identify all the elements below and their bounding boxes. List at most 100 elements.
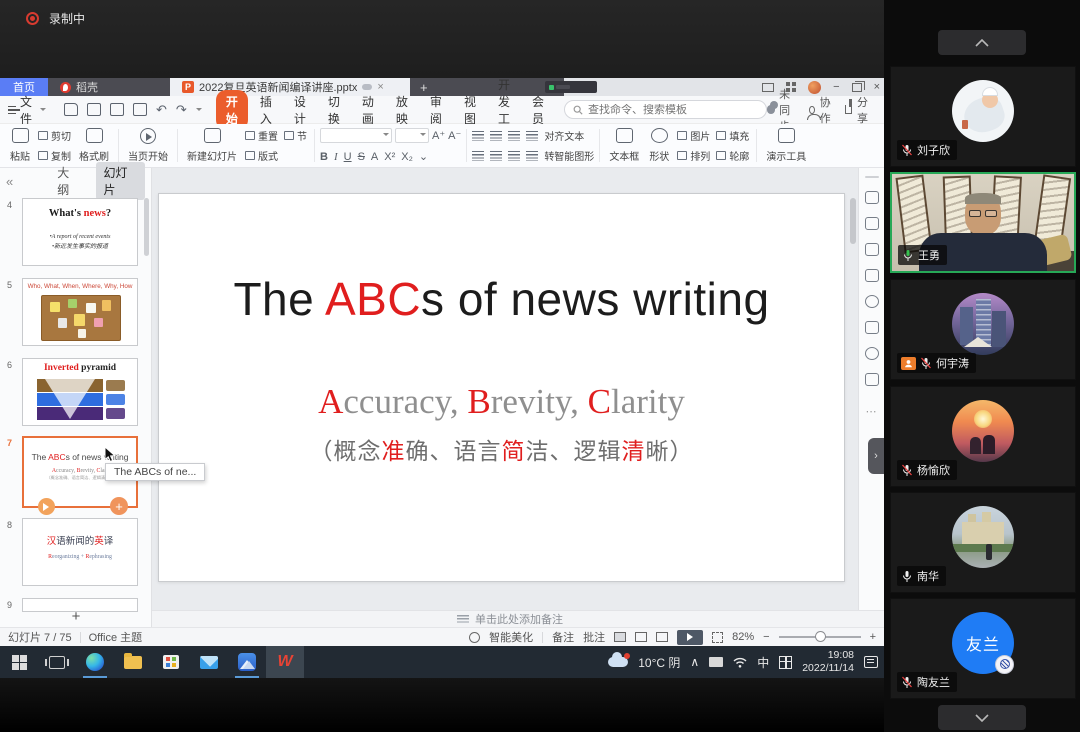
strikethrough-button[interactable]: S <box>358 151 365 163</box>
ai-helper-icon[interactable] <box>865 191 879 204</box>
presentation-tools-button[interactable]: 演示工具 <box>762 126 810 165</box>
save-icon[interactable] <box>64 103 78 116</box>
share-button[interactable]: 分享 <box>845 94 871 126</box>
close-window-button[interactable]: × <box>874 81 880 93</box>
smart-graphic-button[interactable]: 转智能图形 <box>544 148 594 163</box>
smart-beautify-button[interactable]: 智能美化 <box>489 629 533 645</box>
participant-tile-2-speaking[interactable]: 王勇 <box>890 172 1076 273</box>
print-preview-icon[interactable] <box>133 103 147 116</box>
weather-text[interactable]: 10°C 阴 <box>638 654 680 671</box>
grow-font-button[interactable]: A⁺ <box>432 129 445 142</box>
align-center-icon[interactable] <box>490 151 502 161</box>
file-menu[interactable]: 文件 <box>0 93 54 127</box>
bullet-list-icon[interactable] <box>472 131 484 141</box>
participant-tile-3[interactable]: 何宇涛 <box>890 279 1076 380</box>
font-size-select[interactable] <box>395 128 429 143</box>
command-search[interactable] <box>564 100 767 119</box>
font-color-button[interactable]: A <box>371 151 378 163</box>
layout-mode-icon[interactable] <box>762 83 774 92</box>
preview-play-button[interactable] <box>38 498 55 515</box>
wps-app-button[interactable]: W <box>266 646 304 678</box>
normal-view-icon[interactable] <box>614 632 626 642</box>
sorter-view-icon[interactable] <box>635 632 647 642</box>
outline-tab[interactable]: 大纲 <box>49 162 87 200</box>
collaborate-button[interactable]: 协作 <box>809 94 833 126</box>
store-button[interactable] <box>152 646 190 678</box>
reading-view-icon[interactable] <box>656 632 668 642</box>
layout-button[interactable]: 版式 <box>243 148 280 163</box>
align-text-button[interactable]: 对齐文本 <box>544 128 584 143</box>
notes-book-icon[interactable] <box>865 373 879 386</box>
meeting-app-button[interactable] <box>228 646 266 678</box>
superscript-button[interactable]: X² <box>384 151 395 163</box>
picture-button[interactable]: 图片 <box>675 128 712 143</box>
font-name-select[interactable] <box>320 128 392 143</box>
indent-increase-icon[interactable] <box>526 131 538 141</box>
mail-button[interactable] <box>190 646 228 678</box>
fit-to-window-icon[interactable] <box>712 632 723 643</box>
restore-button[interactable] <box>852 83 862 92</box>
ime-indicator[interactable]: 中 <box>757 654 769 671</box>
reset-button[interactable]: 重置 <box>243 128 280 143</box>
search-input[interactable] <box>588 104 758 116</box>
copy-button[interactable]: 复制 <box>36 148 73 163</box>
undo-icon[interactable]: ↶ <box>156 102 167 118</box>
highlight-button[interactable]: ⌄ <box>419 150 428 163</box>
add-slide-button[interactable]: + <box>0 608 152 625</box>
format-painter-button[interactable]: 格式刷 <box>75 126 113 165</box>
tray-expand-icon[interactable]: ∧ <box>690 655 699 669</box>
zoom-slider[interactable] <box>779 636 861 638</box>
shrink-font-button[interactable]: A⁻ <box>448 129 461 142</box>
new-slide-button[interactable]: 新建幻灯片 <box>183 126 241 165</box>
customize-chevron-icon[interactable] <box>196 108 202 114</box>
strip-more-icon[interactable]: ⋯ <box>866 405 878 418</box>
fill-button[interactable]: 填充 <box>714 128 751 143</box>
strip-handle[interactable] <box>865 176 879 178</box>
participant-tile-6[interactable]: 友兰 陶友兰 <box>890 598 1076 699</box>
taskbar-clock[interactable]: 19:08 2022/11/14 <box>802 649 854 675</box>
slide-canvas[interactable]: The ABCs of news writing Accuracy, Brevi… <box>152 168 858 610</box>
zoom-slider-knob[interactable] <box>815 631 826 642</box>
panel-scrollbar[interactable] <box>144 198 149 256</box>
duplicate-icon[interactable] <box>865 269 879 282</box>
start-button[interactable] <box>0 646 38 678</box>
participant-tile-1[interactable]: 刘子欣 <box>890 66 1076 167</box>
redo-icon[interactable]: ↷ <box>176 102 187 118</box>
justify-icon[interactable] <box>526 151 538 161</box>
properties-icon[interactable] <box>865 217 879 230</box>
action-center-icon[interactable] <box>864 656 878 668</box>
arrange-button[interactable]: 排列 <box>675 148 712 163</box>
align-right-icon[interactable] <box>508 151 520 161</box>
indent-decrease-icon[interactable] <box>508 131 520 141</box>
underline-button[interactable]: U <box>344 151 352 163</box>
participant-tile-4[interactable]: 杨愉欣 <box>890 386 1076 487</box>
minimize-button[interactable]: − <box>833 81 839 93</box>
export-icon[interactable] <box>87 103 101 116</box>
textbox-button[interactable]: 文本框 <box>605 126 643 165</box>
notes-bar[interactable]: 单击此处添加备注 <box>152 610 884 627</box>
zoom-out-button[interactable]: − <box>763 631 769 643</box>
shapes-button[interactable]: 形状 <box>645 126 673 165</box>
network-icon[interactable] <box>733 657 747 668</box>
slides-tab[interactable]: 幻灯片 <box>96 162 145 200</box>
align-left-icon[interactable] <box>472 151 484 161</box>
paste-button[interactable]: 粘贴 <box>6 126 34 165</box>
printer-icon[interactable] <box>865 321 879 334</box>
subscript-button[interactable]: X₂ <box>401 151 413 163</box>
participant-tile-5[interactable]: 南华 <box>890 492 1076 593</box>
theme-name[interactable]: Office 主题 <box>81 629 151 645</box>
cut-button[interactable]: 剪切 <box>36 128 73 143</box>
scroll-down-button[interactable] <box>938 705 1026 730</box>
collapse-panel-button[interactable]: « <box>6 174 13 189</box>
effects-icon[interactable] <box>865 243 879 256</box>
numbered-list-icon[interactable] <box>490 131 502 141</box>
slide-7[interactable]: The ABCs of news writing Accuracy, Brevi… <box>158 193 845 582</box>
ime-grid-icon[interactable] <box>779 656 792 669</box>
quick-add-slide-button[interactable]: + <box>110 497 128 515</box>
notes-toggle-button[interactable]: 备注 <box>552 629 574 645</box>
zoom-in-button[interactable]: + <box>870 631 876 643</box>
zoom-level[interactable]: 82% <box>732 631 754 643</box>
slideshow-play-button[interactable] <box>677 630 703 645</box>
help-icon[interactable] <box>865 295 879 308</box>
italic-button[interactable]: I <box>334 151 338 163</box>
